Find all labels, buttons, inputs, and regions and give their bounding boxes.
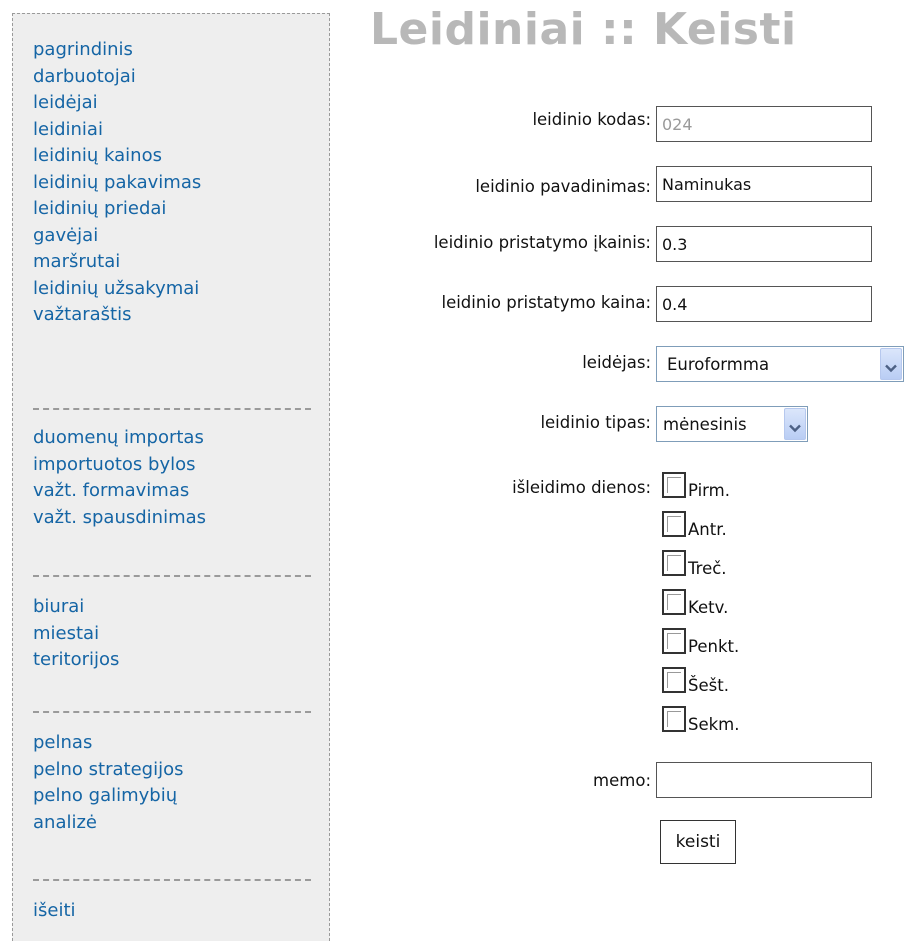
nav-link-pelnas[interactable]: pelnas — [33, 730, 183, 757]
nav-group-locations: biurai miestai teritorijos — [33, 594, 119, 674]
nav-link-leidiniu-pakavimas[interactable]: leidinių pakavimas — [33, 170, 201, 197]
nav-link-iseiti[interactable]: išeiti — [33, 898, 76, 925]
code-field[interactable]: 024 — [656, 106, 872, 142]
submit-button[interactable]: keisti — [660, 820, 736, 864]
chevron-down-icon[interactable] — [784, 408, 806, 440]
release-days-label: išleidimo dienos: — [512, 478, 651, 497]
chevron-down-icon[interactable] — [880, 348, 902, 380]
day-label: Antr. — [688, 520, 727, 539]
publisher-select-value: Euroformma — [667, 355, 770, 374]
delivery-price-field[interactable]: 0.4 — [656, 286, 872, 322]
day-label: Ketv. — [688, 598, 729, 617]
nav-link-leidiniu-kainos[interactable]: leidinių kainos — [33, 143, 201, 170]
nav-group-exit: išeiti — [33, 898, 76, 925]
nav-link-biurai[interactable]: biurai — [33, 594, 119, 621]
type-label: leidinio tipas: — [540, 413, 651, 432]
nav-link-pelno-galimybiu[interactable]: pelno galimybių — [33, 783, 183, 810]
nav-link-darbuotojai[interactable]: darbuotojai — [33, 64, 201, 91]
day-label: Penkt. — [688, 637, 740, 656]
nav-link-marsrutai[interactable]: maršrutai — [33, 249, 201, 276]
day-checkbox-trec[interactable] — [662, 550, 686, 576]
nav-link-gavejai[interactable]: gavėjai — [33, 223, 201, 250]
nav-link-pelno-strategijos[interactable]: pelno strategijos — [33, 757, 183, 784]
nav-link-vazt-spausdinimas[interactable]: važt. spausdinimas — [33, 505, 206, 532]
nav-divider — [33, 408, 311, 410]
day-checkbox-sekm[interactable] — [662, 706, 686, 732]
day-checkbox-ketv[interactable] — [662, 589, 686, 615]
nav-divider — [33, 711, 311, 713]
name-field[interactable]: Naminukas — [656, 166, 872, 202]
nav-link-leidejai[interactable]: leidėjai — [33, 90, 201, 117]
publisher-select[interactable]: Euroformma — [656, 346, 904, 382]
type-select[interactable]: mėnesinis — [656, 406, 808, 442]
nav-link-duomenu-importas[interactable]: duomenų importas — [33, 425, 206, 452]
page-title: Leidiniai :: Keisti — [370, 4, 797, 55]
nav-link-miestai[interactable]: miestai — [33, 621, 119, 648]
day-checkbox-antr[interactable] — [662, 511, 686, 537]
type-select-value: mėnesinis — [663, 415, 747, 434]
day-label: Treč. — [688, 559, 727, 578]
nav-link-leidiniai[interactable]: leidiniai — [33, 117, 201, 144]
nav-link-pagrindinis[interactable]: pagrindinis — [33, 37, 201, 64]
nav-link-leidiniu-uzsakymai[interactable]: leidinių užsakymai — [33, 276, 201, 303]
day-label: Sekm. — [688, 715, 740, 734]
name-label: leidinio pavadinimas: — [475, 177, 651, 196]
publisher-label: leidėjas: — [582, 353, 651, 372]
nav-group-profit: pelnas pelno strategijos pelno galimybių… — [33, 730, 183, 836]
delivery-rate-label: leidinio pristatymo įkainis: — [433, 233, 651, 252]
day-checkbox-pirm[interactable] — [662, 472, 686, 498]
nav-link-vazt-formavimas[interactable]: važt. formavimas — [33, 478, 206, 505]
day-label: Pirm. — [688, 481, 730, 500]
day-checkbox-sest[interactable] — [662, 667, 686, 693]
memo-label: memo: — [593, 771, 651, 790]
nav-group-main: pagrindinis darbuotojai leidėjai leidini… — [33, 37, 201, 329]
nav-group-import: duomenų importas importuotos bylos važt.… — [33, 425, 206, 531]
nav-link-importuotos-bylos[interactable]: importuotos bylos — [33, 452, 206, 479]
delivery-price-label: leidinio pristatymo kaina: — [441, 293, 651, 312]
nav-link-teritorijos[interactable]: teritorijos — [33, 647, 119, 674]
sidebar-nav: pagrindinis darbuotojai leidėjai leidini… — [12, 13, 330, 941]
nav-divider — [33, 575, 311, 577]
memo-field[interactable] — [656, 762, 872, 798]
delivery-rate-field[interactable]: 0.3 — [656, 226, 872, 262]
code-label: leidinio kodas: — [532, 110, 651, 129]
day-label: Šešt. — [688, 676, 729, 695]
nav-divider — [33, 879, 311, 881]
nav-link-leidiniu-priedai[interactable]: leidinių priedai — [33, 196, 201, 223]
nav-link-vaztarastis[interactable]: važtaraštis — [33, 302, 201, 329]
day-checkbox-penkt[interactable] — [662, 628, 686, 654]
nav-link-analize[interactable]: analizė — [33, 810, 183, 837]
